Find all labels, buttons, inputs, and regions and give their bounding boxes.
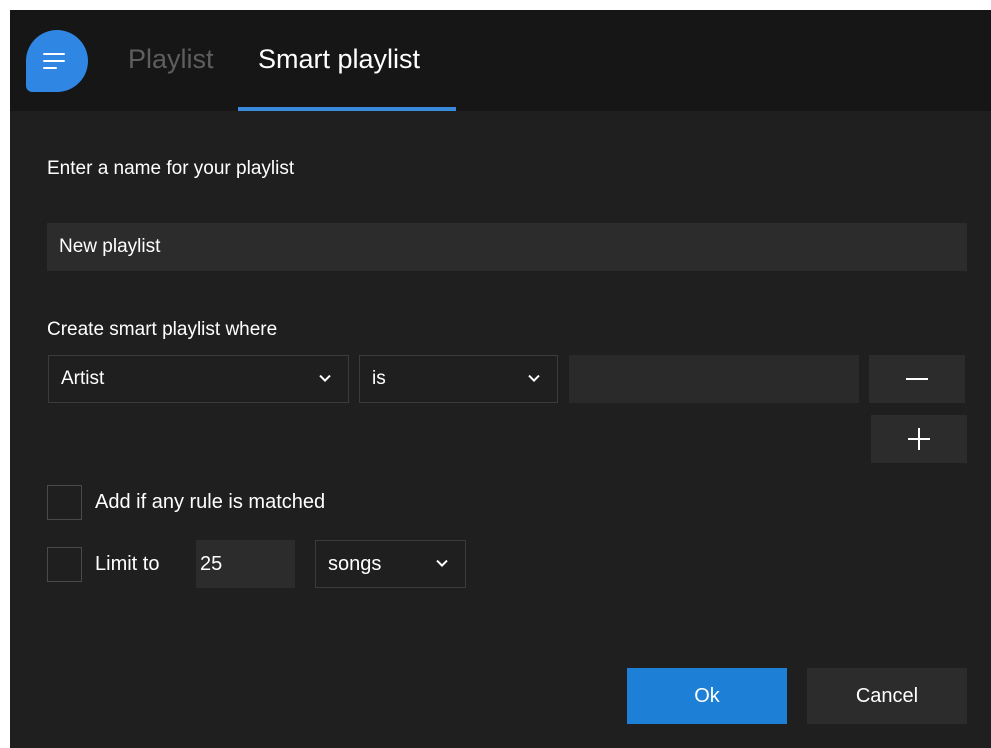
tab-playlist[interactable]: Playlist [128, 42, 214, 76]
logo-line [43, 53, 65, 55]
limit-label: Limit to [95, 553, 160, 575]
rule-label: Create smart playlist where [47, 319, 278, 340]
chevron-down-icon [528, 374, 540, 383]
rule-operator-select[interactable]: is [359, 355, 558, 403]
chevron-down-icon [319, 374, 331, 383]
limit-unit-value: songs [328, 552, 382, 575]
remove-rule-button[interactable] [869, 355, 965, 403]
ok-button[interactable]: Ok [627, 668, 787, 724]
rule-operator-value: is [372, 368, 386, 389]
rule-field-select[interactable]: Artist [48, 355, 349, 403]
smart-playlist-dialog: Playlist Smart playlist Enter a name for… [10, 10, 991, 748]
tab-smart-playlist[interactable]: Smart playlist [258, 42, 420, 76]
menu-lines-icon[interactable] [26, 30, 88, 92]
limit-checkbox[interactable] [47, 547, 82, 582]
active-tab-indicator [238, 107, 456, 111]
match-any-checkbox[interactable] [47, 485, 82, 520]
name-label: Enter a name for your playlist [47, 158, 295, 179]
logo-line [43, 60, 65, 62]
dialog-header: Playlist Smart playlist [10, 10, 991, 111]
plus-icon [908, 428, 930, 450]
cancel-button[interactable]: Cancel [807, 668, 967, 724]
chevron-down-icon [436, 559, 448, 568]
match-any-label: Add if any rule is matched [95, 491, 326, 513]
add-rule-button[interactable] [871, 415, 967, 463]
limit-count-input[interactable] [196, 540, 295, 588]
minus-icon [906, 378, 928, 380]
playlist-name-input[interactable] [47, 223, 967, 271]
limit-unit-select[interactable]: songs [315, 540, 466, 588]
logo-line [43, 67, 57, 69]
rule-value-input[interactable] [569, 355, 859, 403]
rule-field-value: Artist [61, 368, 105, 389]
